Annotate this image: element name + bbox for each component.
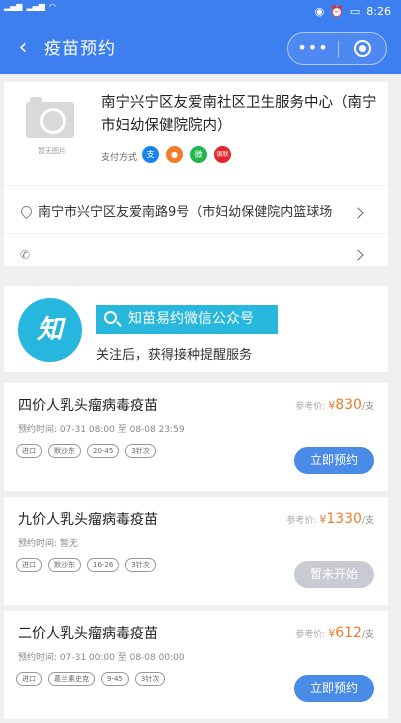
tag-doses: 3针次 bbox=[125, 558, 156, 572]
booking-time-label: 预约时间: bbox=[18, 653, 58, 663]
price-amount: 830 bbox=[335, 397, 362, 413]
phone-row[interactable]: ✆ bbox=[20, 244, 376, 266]
battery-icon: ▭ bbox=[349, 5, 361, 18]
booking-time-value: 07-31 08:00 至 08-08 23:59 bbox=[59, 425, 185, 435]
more-button[interactable]: ••• bbox=[288, 33, 338, 64]
price-unit: /支 bbox=[361, 516, 374, 526]
chevron-right-icon bbox=[352, 249, 364, 261]
divider bbox=[4, 233, 388, 234]
camera-icon bbox=[26, 97, 74, 138]
vaccine-price: 参考价: ¥830/支 bbox=[295, 397, 374, 413]
tag-manufacturer: 默沙东 bbox=[48, 444, 81, 458]
wallet-icon: ● bbox=[166, 146, 183, 163]
phone-icon: ✆ bbox=[20, 248, 31, 262]
menu-capsule: ••• bbox=[287, 32, 387, 65]
zhimiao-logo: 知 bbox=[18, 298, 82, 362]
wifi-icon: ◠ bbox=[48, 2, 56, 11]
chevron-right-icon bbox=[352, 207, 364, 219]
tag-origin: 进口 bbox=[16, 558, 42, 572]
hospital-card: 暂无图片 南宁兴宁区友爱南社区卫生服务中心（南宁市妇幼保健院院内） 支付方式 支… bbox=[4, 82, 388, 266]
address-row[interactable]: 南宁市兴宁区友爱南路9号（市妇幼保健院内篮球场 bbox=[20, 202, 376, 224]
hospital-image-placeholder: 暂无图片 bbox=[24, 97, 78, 158]
divider bbox=[4, 185, 388, 186]
search-icon bbox=[104, 311, 117, 324]
signal-icon: ▂▄▆ bbox=[4, 2, 23, 11]
vaccine-card: 九价人乳头瘤病毒疫苗 参考价: ¥1330/支 预约时间: 暂无 进口 默沙东 … bbox=[4, 497, 388, 605]
clock: 8:26 bbox=[366, 5, 391, 18]
hospital-name: 南宁兴宁区友爱南社区卫生服务中心（南宁市妇幼保健院院内） bbox=[101, 95, 377, 134]
tag-doses: 3针次 bbox=[134, 672, 166, 686]
book-now-button[interactable]: 立即预约 bbox=[294, 447, 374, 474]
booking-time-label: 预约时间: bbox=[18, 539, 58, 549]
alipay-icon: 支 bbox=[142, 146, 159, 163]
price-label: 参考价: bbox=[295, 402, 326, 412]
tag-age-range: 16-26 bbox=[87, 558, 120, 572]
signal-icon: ▂▄▆ bbox=[26, 2, 45, 11]
signal-indicators: ▂▄▆ ▂▄▆ ◠ bbox=[4, 3, 56, 11]
price-amount: 1330 bbox=[326, 511, 362, 527]
not-started-button[interactable]: 暂未开始 bbox=[294, 561, 374, 588]
close-miniprogram-button[interactable] bbox=[339, 33, 387, 64]
vaccine-name: 九价人乳头瘤病毒疫苗 bbox=[18, 512, 158, 528]
tag-age-range: 20-45 bbox=[87, 444, 120, 458]
vaccine-price: 参考价: ¥1330/支 bbox=[286, 511, 374, 527]
location-pin-icon bbox=[20, 206, 32, 220]
no-image-label: 暂无图片 bbox=[38, 147, 66, 155]
unionpay-icon: 银联 bbox=[214, 146, 231, 163]
vaccine-name: 四价人乳头瘤病毒疫苗 bbox=[18, 398, 158, 414]
booking-time: 预约时间: 07-31 08:00 至 08-08 23:59 bbox=[18, 422, 185, 435]
alarm-icon: ⏰ bbox=[330, 5, 344, 18]
tag-manufacturer: 默沙东 bbox=[48, 558, 81, 572]
vaccine-tags: 进口 默沙东 16-26 3针次 bbox=[16, 558, 156, 572]
booking-time: 预约时间: 暂无 bbox=[18, 536, 78, 549]
vaccine-tags: 进口 葛兰素史克 9-45 3针次 bbox=[16, 672, 166, 686]
booking-time-label: 预约时间: bbox=[18, 425, 58, 435]
booking-time-value: 暂无 bbox=[59, 539, 78, 549]
address-text: 南宁市兴宁区友爱南路9号（市妇幼保健院内篮球场 bbox=[38, 205, 333, 220]
price-label: 参考价: bbox=[286, 516, 317, 526]
price-unit: /支 bbox=[361, 630, 374, 640]
tag-age-range: 9-45 bbox=[101, 672, 129, 686]
tag-manufacturer: 葛兰素史克 bbox=[48, 672, 95, 686]
booking-time-value: 07-31 00:00 至 08-08 00:00 bbox=[59, 653, 185, 663]
vaccine-price: 参考价: ¥612/支 bbox=[295, 625, 374, 641]
tag-doses: 3针次 bbox=[125, 444, 156, 458]
promo-badge-text: 知苗易约微信公众号 bbox=[128, 311, 254, 327]
payment-methods: 支 ● 微银联 bbox=[142, 146, 231, 163]
page-title: 疫苗预约 bbox=[44, 39, 116, 59]
wechat-promo-banner[interactable]: 知 知苗易约微信公众号 关注后，获得接种提醒服务 bbox=[4, 286, 388, 372]
booking-time: 预约时间: 07-31 00:00 至 08-08 00:00 bbox=[18, 650, 185, 663]
eye-icon: ◉ bbox=[314, 5, 325, 18]
status-bar: ▂▄▆ ▂▄▆ ◠ ◉ ⏰ ▭ 8:26 bbox=[0, 0, 401, 24]
vaccine-card: 四价人乳头瘤病毒疫苗 参考价: ¥830/支 预约时间: 07-31 08:00… bbox=[4, 383, 388, 491]
payment-label: 支付方式 bbox=[101, 153, 138, 163]
tag-origin: 进口 bbox=[16, 444, 42, 458]
promo-badge: 知苗易约微信公众号 bbox=[96, 305, 278, 334]
promo-subtitle: 关注后，获得接种提醒服务 bbox=[96, 348, 253, 363]
price-label: 参考价: bbox=[295, 630, 326, 640]
wechat-pay-icon: 微 bbox=[190, 146, 207, 163]
price-amount: 612 bbox=[335, 625, 362, 641]
tag-origin: 进口 bbox=[16, 672, 42, 686]
nav-bar: ‹ 疫苗预约 ••• bbox=[0, 24, 401, 74]
book-now-button[interactable]: 立即预约 bbox=[294, 675, 374, 702]
price-unit: /支 bbox=[361, 402, 374, 412]
vaccine-card: 二价人乳头瘤病毒疫苗 参考价: ¥612/支 预约时间: 07-31 00:00… bbox=[4, 611, 388, 719]
back-button[interactable]: ‹ bbox=[12, 34, 34, 64]
vaccine-tags: 进口 默沙东 20-45 3针次 bbox=[16, 444, 156, 458]
target-icon bbox=[354, 40, 371, 57]
vaccine-name: 二价人乳头瘤病毒疫苗 bbox=[18, 626, 158, 642]
